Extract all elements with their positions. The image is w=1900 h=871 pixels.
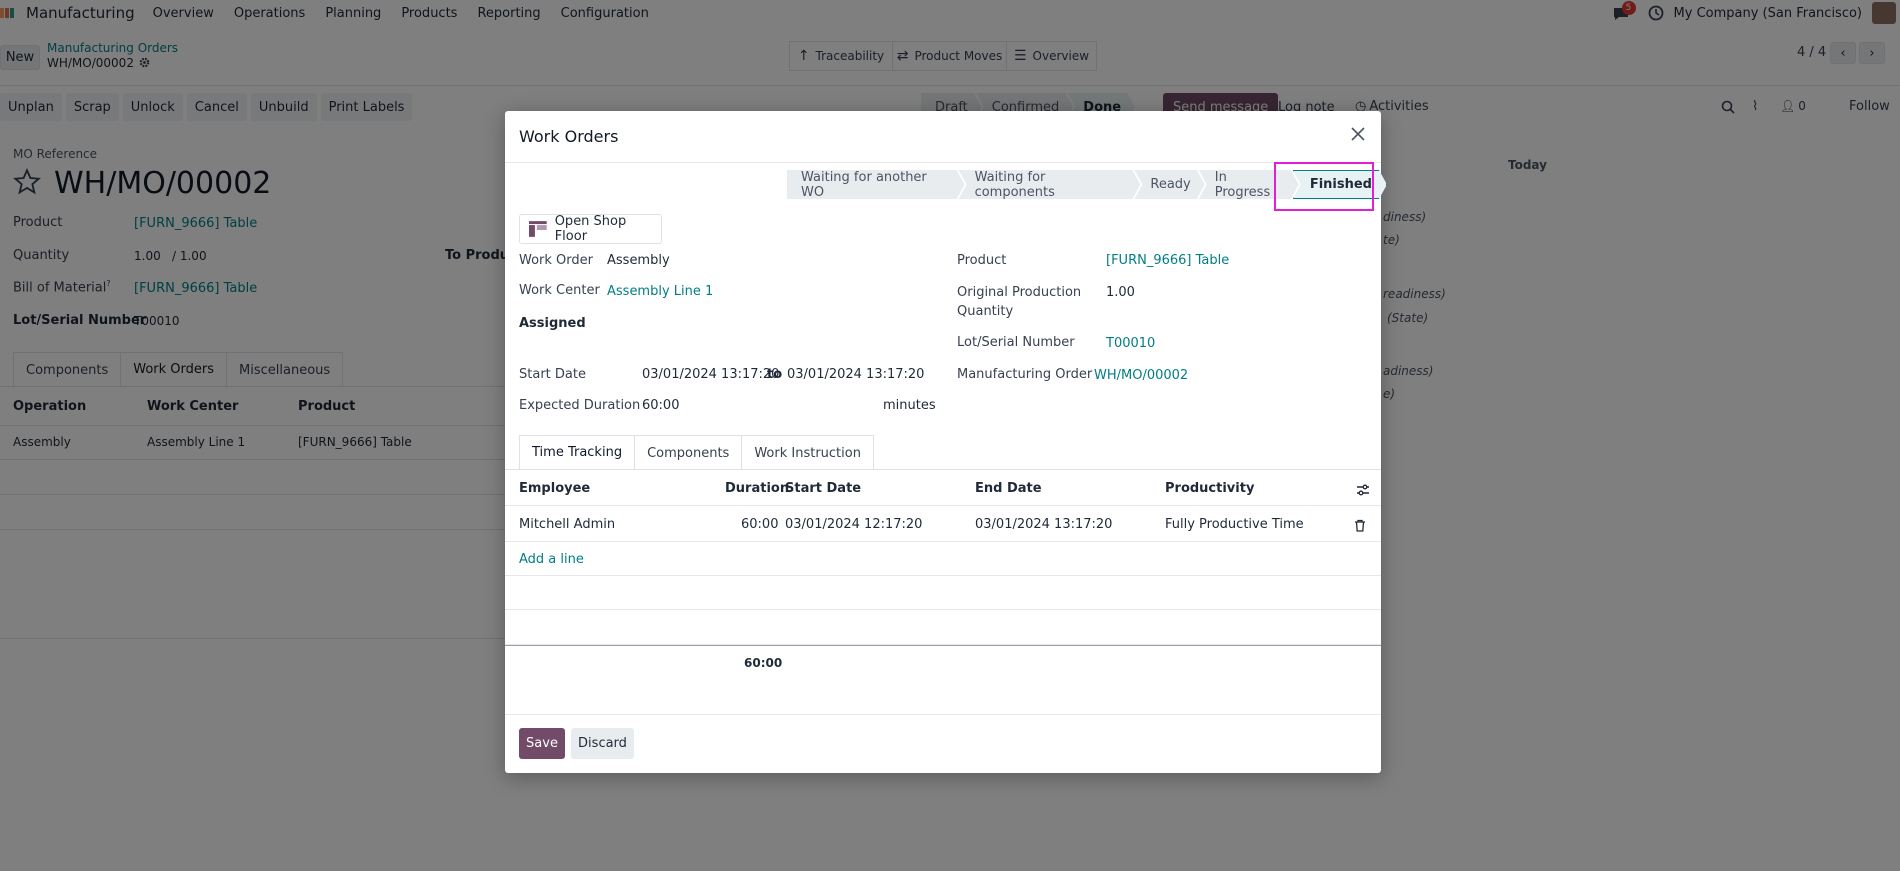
assigned-label: Assigned [519,316,586,331]
col-employee[interactable]: Employee [519,481,590,496]
expected-duration-value[interactable]: 60:00 [642,398,679,413]
lot-label: Lot/Serial Number [957,335,1075,350]
open-shop-floor-button[interactable]: Open Shop Floor [519,214,662,244]
minutes-label: minutes [883,398,936,413]
add-line-link[interactable]: Add a line [519,552,584,567]
start-date-label: Start Date [519,367,586,382]
tab-work-instruction[interactable]: Work Instruction [741,435,874,470]
save-button[interactable]: Save [519,728,565,759]
product-label: Product [957,253,1007,268]
open-shop-floor-label: Open Shop Floor [554,214,627,244]
divider [505,469,1381,470]
optional-columns-icon[interactable] [1356,483,1370,497]
tab-time-tracking[interactable]: Time Tracking [519,435,636,470]
orig-qty-label-line1: Original Production [957,285,1082,300]
row-duration: 60:00 [741,517,779,532]
to-label: to [767,367,783,382]
divider [505,505,1381,506]
trash-icon[interactable] [1354,519,1366,532]
product-link[interactable]: [FURN_9666] Table [1106,253,1229,268]
col-productivity[interactable]: Productivity [1165,481,1254,496]
wc-label: Work Center [519,283,600,298]
row-employee: Mitchell Admin [519,517,616,532]
shop-floor-icon [529,221,547,237]
highlight-box [1274,162,1374,211]
stage-ready[interactable]: Ready [1134,170,1204,199]
col-end-date[interactable]: End Date [975,481,1042,496]
wc-link[interactable]: Assembly Line 1 [607,284,713,299]
expected-duration-label: Expected Duration [519,398,641,413]
wo-value[interactable]: Assembly [607,253,670,268]
dialog-tabs: Time Tracking Components Work Instructio… [519,435,874,470]
col-duration[interactable]: Duration [725,481,789,496]
divider [505,645,1381,646]
stage-waiting-components[interactable]: Waiting for components [959,170,1141,199]
close-icon[interactable] [1349,125,1367,143]
discard-button[interactable]: Discard [571,728,634,759]
end-date-value[interactable]: 03/01/2024 13:17:20 [787,367,924,382]
mo-link[interactable]: WH/MO/00002 [1094,368,1188,383]
divider [505,575,1381,576]
col-start-date[interactable]: Start Date [785,481,861,496]
start-date-value[interactable]: 03/01/2024 13:17:20 [642,367,779,382]
dialog-title: Work Orders [519,127,619,146]
wo-label: Work Order [519,253,593,268]
work-orders-dialog: Work Orders Waiting for another WO Waiti… [505,111,1381,773]
row-start-date: 03/01/2024 12:17:20 [785,517,923,532]
tab-components[interactable]: Components [634,435,743,470]
stage-waiting-another-wo[interactable]: Waiting for another WO [787,170,965,199]
mo-label: Manufacturing Order [957,367,1093,382]
row-end-date: 03/01/2024 13:17:20 [975,517,1113,532]
total-duration: 60:00 [744,656,783,670]
lot-link[interactable]: T00010 [1106,336,1155,351]
divider [505,714,1381,715]
orig-qty-label-line2: Quantity [957,304,1014,319]
divider [505,609,1381,610]
divider [505,162,1381,163]
divider [505,541,1381,542]
row-productivity: Fully Productive Time [1165,517,1304,532]
orig-qty-value: 1.00 [1106,285,1135,300]
